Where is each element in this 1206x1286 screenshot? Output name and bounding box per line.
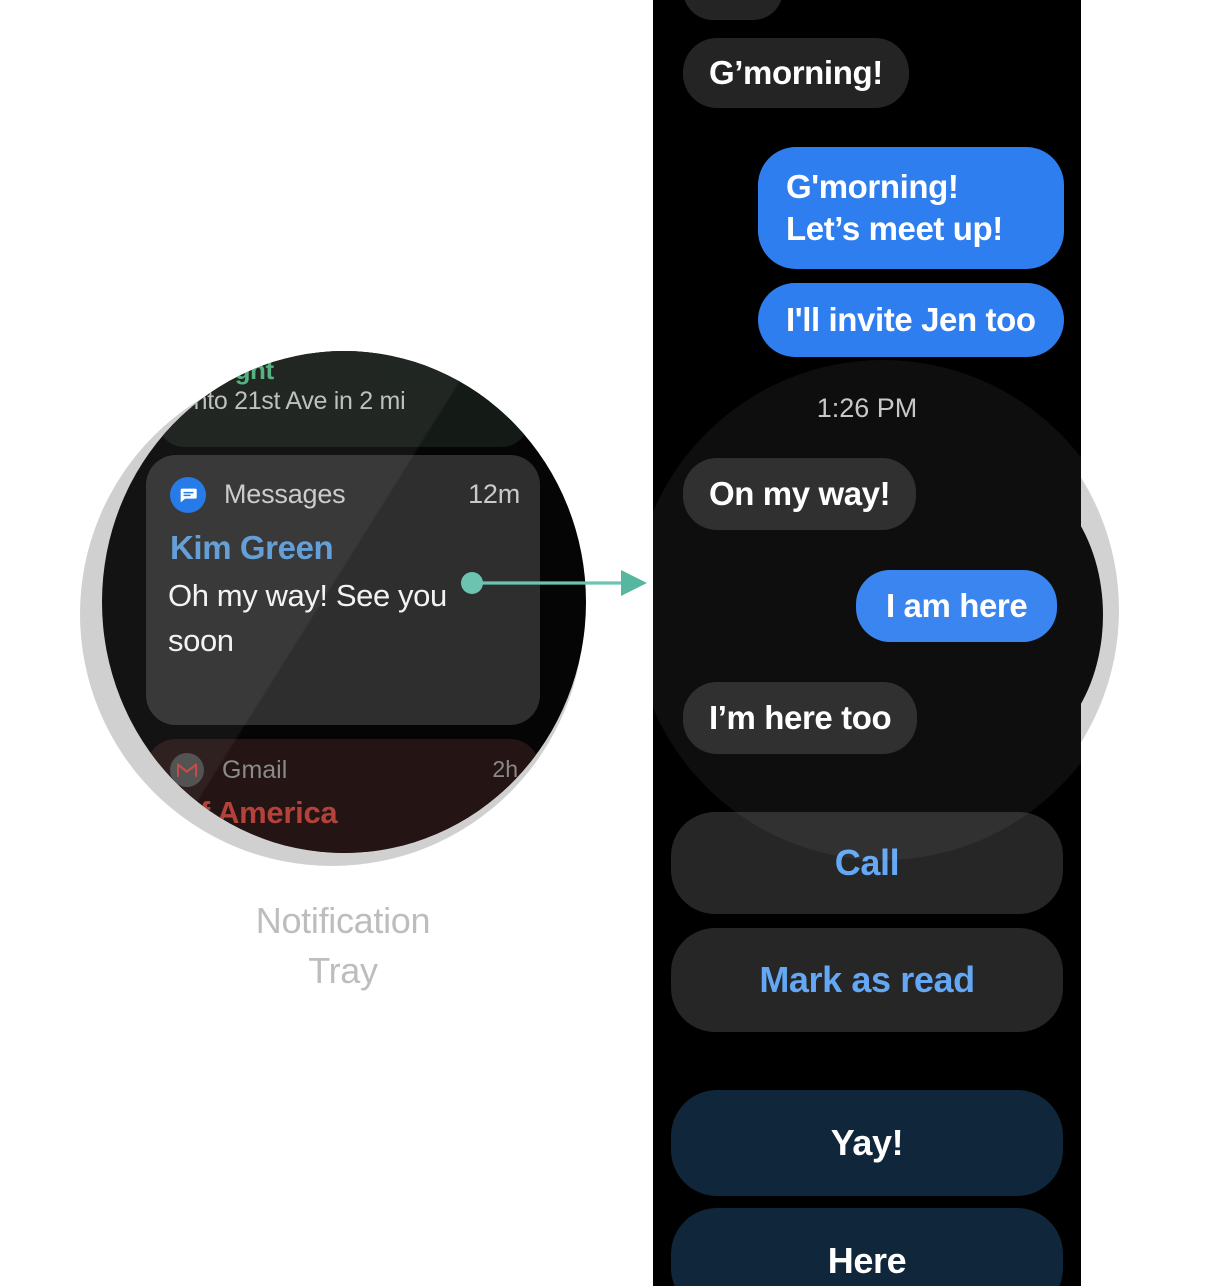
caption-line-2: Tray: [308, 950, 378, 991]
chat-bubble-text: I'll invite Jen too: [786, 301, 1036, 338]
chat-bubble-text: G’morning!: [709, 54, 883, 91]
chat-bubble-cropped[interactable]: [683, 0, 783, 20]
action-button-call[interactable]: Call: [671, 812, 1063, 914]
magnified-watch-screen[interactable]: G’morning! G'morning! Let’s meet up! I'l…: [653, 0, 1133, 1286]
maps-detail-text: onto 21st Ave in 2 mi: [180, 387, 406, 415]
chat-bubble-text: On my way!: [709, 475, 891, 512]
action-button-mark-as-read[interactable]: Mark as read: [671, 928, 1063, 1032]
gmail-icon: [170, 753, 204, 787]
gmail-timestamp: 2h: [492, 756, 518, 782]
quick-reply-label: Here: [827, 1240, 907, 1281]
left-watch-caption: Notification Tray: [183, 896, 503, 996]
chat-bubble-incoming[interactable]: I’m here too: [683, 682, 918, 754]
chat-bubble-outgoing[interactable]: I am here: [856, 570, 1058, 642]
caption-line-1: Notification: [255, 900, 431, 941]
right-watch: G’morning! G'morning! Let’s meet up! I'l…: [653, 0, 1206, 1286]
gmail-body: k of America: [156, 795, 338, 830]
maps-direction-text: rn right: [186, 355, 274, 385]
chat-bubble-text: I’m here too: [709, 699, 892, 736]
notification-card-maps[interactable]: rn right onto 21st Ave in 2 mi: [158, 351, 528, 447]
notification-card-gmail[interactable]: Gmail 2h k of America: [146, 739, 540, 853]
quick-reply-here[interactable]: Here: [671, 1208, 1063, 1286]
notification-sender: Kim Green: [170, 529, 334, 566]
chat-bubble-text: G'morning! Let’s meet up!: [786, 168, 1003, 247]
gmail-notification-header: Gmail 2h: [170, 753, 520, 787]
chat-bubble-outgoing[interactable]: G'morning! Let’s meet up!: [758, 147, 1064, 269]
chat-bubble-incoming[interactable]: On my way!: [683, 458, 917, 530]
action-button-label: Mark as read: [759, 959, 975, 1000]
conversation-timestamp: 1:26 PM: [816, 393, 918, 423]
chat-bubble-text: I am here: [886, 587, 1028, 624]
conversation-screen[interactable]: G’morning! G'morning! Let’s meet up! I'l…: [653, 0, 1081, 1286]
quick-reply-label: Yay!: [830, 1122, 904, 1163]
callout-arrowhead: [621, 570, 647, 596]
callout-arrow: [455, 560, 655, 606]
screenshot-stage: rn right onto 21st Ave in 2 mi Messages …: [0, 0, 1206, 1286]
messages-icon: [170, 477, 206, 513]
left-watch: rn right onto 21st Ave in 2 mi Messages …: [80, 348, 592, 870]
gmail-app-name: Gmail: [222, 756, 288, 784]
chat-bubble-outgoing[interactable]: I'll invite Jen too: [758, 283, 1064, 357]
chat-bubble-incoming[interactable]: G’morning!: [683, 38, 909, 108]
action-button-label: Call: [834, 842, 900, 883]
notification-header: Messages 12m: [170, 477, 520, 513]
notification-app-name: Messages: [224, 479, 346, 509]
notification-timestamp: 12m: [468, 479, 520, 509]
quick-reply-yay[interactable]: Yay!: [671, 1090, 1063, 1196]
